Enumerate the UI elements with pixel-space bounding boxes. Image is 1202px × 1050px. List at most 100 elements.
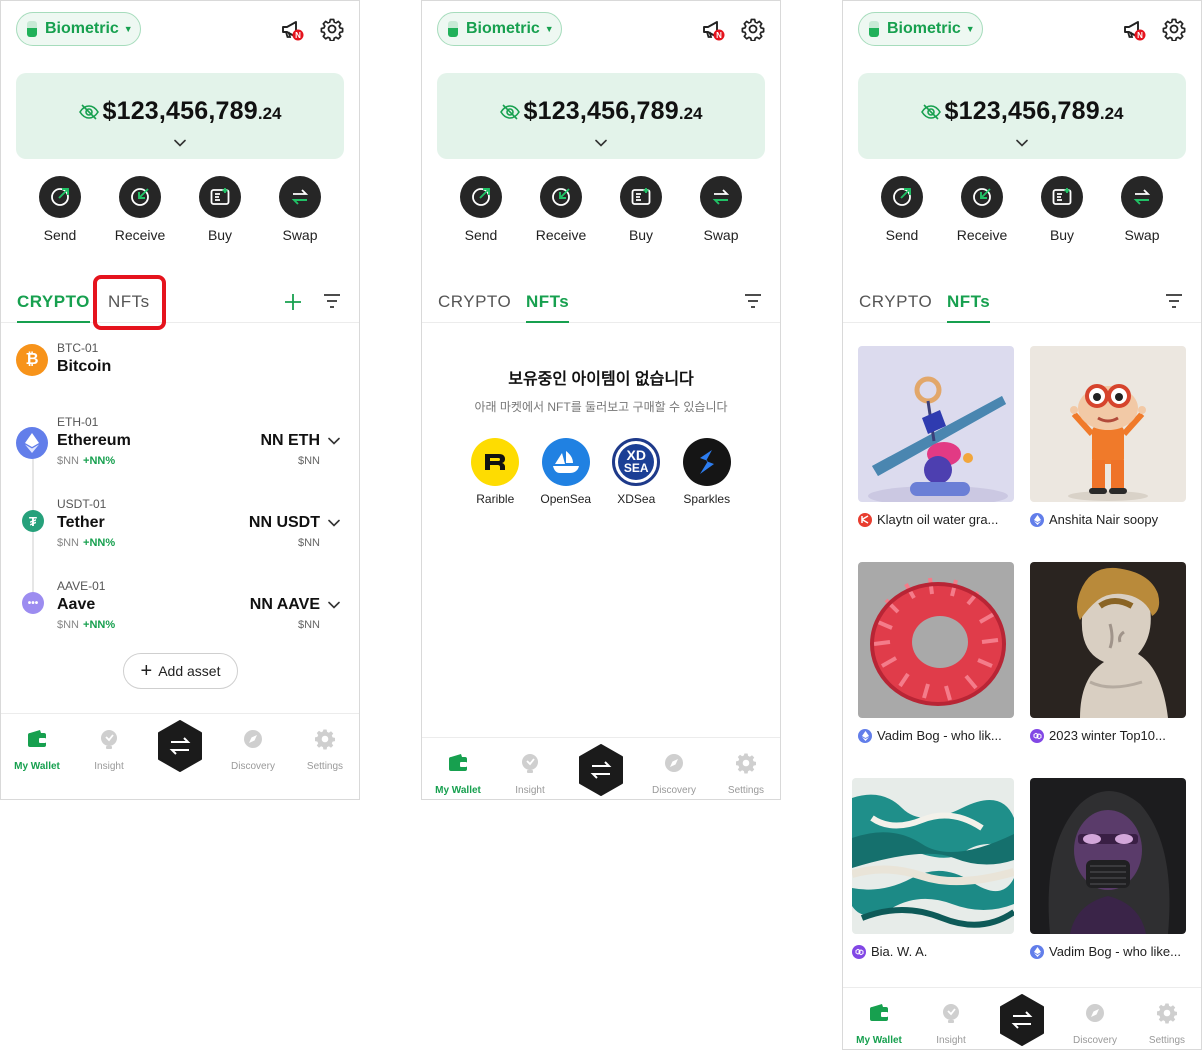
tab-crypto[interactable]: CRYPTO [17,292,90,323]
megaphone-notice-icon[interactable] [701,18,725,42]
nft-card[interactable]: Anshita Nair soopy [1030,346,1186,527]
chevron-down-icon[interactable] [595,139,607,147]
nft-card[interactable]: Bia. W. A. [852,778,1014,959]
balance-card[interactable]: $123,456,789 .24 [858,73,1186,159]
filter-icon[interactable] [323,293,341,309]
nft-card[interactable]: 2023 winter Top10... [1030,562,1186,743]
top-bar: Biometric ▼ [437,11,765,47]
filter-icon[interactable] [744,293,762,309]
biometric-selector[interactable]: Biometric ▼ [16,12,141,46]
nft-image[interactable] [1030,346,1186,502]
balance-card[interactable]: $123,456,789 .24 [16,73,344,159]
nav-discovery[interactable]: Discovery [223,728,283,772]
megaphone-notice-icon[interactable] [1122,18,1146,42]
receive-button[interactable]: Receive [100,176,180,243]
asset-tabs: CRYPTO NFTs [843,284,1201,323]
eye-hidden-icon[interactable] [500,104,520,120]
gear-icon[interactable] [1162,17,1186,41]
action-row: Send Receive Buy Swap [16,176,344,243]
balance-card[interactable]: $123,456,789 .24 [437,73,765,159]
wallet-screen-crypto: Biometric ▼ $123,456,789 .24 Send Receiv… [0,0,360,800]
chevron-down-icon[interactable] [328,519,340,527]
gear-icon[interactable] [320,17,344,41]
nav-discovery[interactable]: Discovery [644,752,704,796]
send-button[interactable]: Send [441,176,521,243]
buy-button[interactable]: Buy [1022,176,1102,243]
buy-label: Buy [207,227,233,243]
eye-hidden-icon[interactable] [921,104,941,120]
buy-button[interactable]: Buy [601,176,681,243]
biometric-selector[interactable]: Biometric ▼ [858,12,983,46]
swap-hex-button[interactable] [577,744,625,796]
receive-label: Receive [535,227,587,243]
nav-insight[interactable]: Insight [500,752,560,796]
add-asset-button[interactable]: + Add asset [123,653,238,689]
chevron-down-icon[interactable] [328,437,340,445]
nav-discovery[interactable]: Discovery [1065,1002,1125,1046]
market-label: Rarible [476,492,515,506]
asset-fiat: $NN [297,455,320,467]
asset-change: +NN% [83,619,116,631]
tab-nfts[interactable]: NFTs [947,292,991,323]
asset-row-bitcoin[interactable]: ₿ BTC-01 Bitcoin [16,341,344,391]
tab-crypto[interactable]: CRYPTO [859,292,932,312]
nav-my-wallet[interactable]: My Wallet [849,1002,909,1046]
nft-card[interactable]: Vadim Bog - who lik... [858,562,1014,743]
chevron-down-icon[interactable] [1016,139,1028,147]
chevron-down-icon[interactable] [174,139,186,147]
receive-button[interactable]: Receive [942,176,1022,243]
swap-button[interactable]: Swap [681,176,761,243]
nav-settings[interactable]: Settings [295,728,355,772]
nft-image[interactable] [858,562,1014,718]
tab-crypto[interactable]: CRYPTO [438,292,511,312]
wallet-screen-nfts-empty: Biometric ▼ $123,456,789 .24 Send Receiv… [421,0,781,800]
biometric-label: Biometric [45,20,119,37]
megaphone-notice-icon[interactable] [280,18,304,42]
nft-card[interactable]: Vadim Bog - who like... [1030,778,1186,959]
nft-image[interactable] [852,778,1014,934]
market-sparkles[interactable]: Sparkles [672,438,743,506]
biometric-selector[interactable]: Biometric ▼ [437,12,562,46]
nav-my-wallet[interactable]: My Wallet [7,728,67,772]
asset-row-aave[interactable]: ••• AAVE-01 Aave $NN +NN% NN AAVE $NN [16,579,344,639]
swap-button[interactable]: Swap [260,176,340,243]
chevron-down-icon[interactable] [328,601,340,609]
nav-settings[interactable]: Settings [716,752,776,796]
gear-icon[interactable] [741,17,765,41]
swap-button[interactable]: Swap [1102,176,1182,243]
klaytn-icon [858,512,872,527]
nav-insight[interactable]: Insight [921,1002,981,1046]
tab-nfts[interactable]: NFTs [526,292,570,323]
asset-row-ethereum[interactable]: ETH-01 Ethereum $NN +NN% NN ETH $NN [16,415,344,475]
asset-name: Bitcoin [57,358,112,375]
send-button[interactable]: Send [20,176,100,243]
bottom-nav: My Wallet Insight Discovery Settings [843,987,1201,1049]
asset-change: +NN% [83,455,116,467]
buy-button[interactable]: Buy [180,176,260,243]
nav-insight[interactable]: Insight [79,728,139,772]
market-xdsea[interactable]: XD SEA XDSea [601,438,672,506]
market-rarible[interactable]: Rarible [460,438,531,506]
nft-image[interactable] [1030,778,1186,934]
tether-icon: ₮ [22,510,44,532]
top-bar: Biometric ▼ [16,11,344,47]
add-icon[interactable] [283,292,303,312]
receive-button[interactable]: Receive [521,176,601,243]
send-button[interactable]: Send [862,176,942,243]
swap-hex-button[interactable] [156,720,204,772]
nav-my-wallet[interactable]: My Wallet [428,752,488,796]
nav-settings[interactable]: Settings [1137,1002,1197,1046]
filter-icon[interactable] [1165,293,1183,309]
receive-label: Receive [956,227,1008,243]
nft-image[interactable] [1030,562,1186,718]
swap-hex-button[interactable] [998,994,1046,1046]
caret-down-icon: ▼ [965,24,975,34]
eye-hidden-icon[interactable] [79,104,99,120]
balance-decimals: .24 [257,104,282,123]
nft-card[interactable]: Klaytn oil water gra... [858,346,1014,527]
biometric-shield-icon [869,21,879,37]
market-opensea[interactable]: OpenSea [531,438,602,506]
nft-image[interactable] [858,346,1014,502]
asset-row-tether[interactable]: ₮ USDT-01 Tether $NN +NN% NN USDT $NN [16,497,344,557]
biometric-label: Biometric [466,20,540,37]
